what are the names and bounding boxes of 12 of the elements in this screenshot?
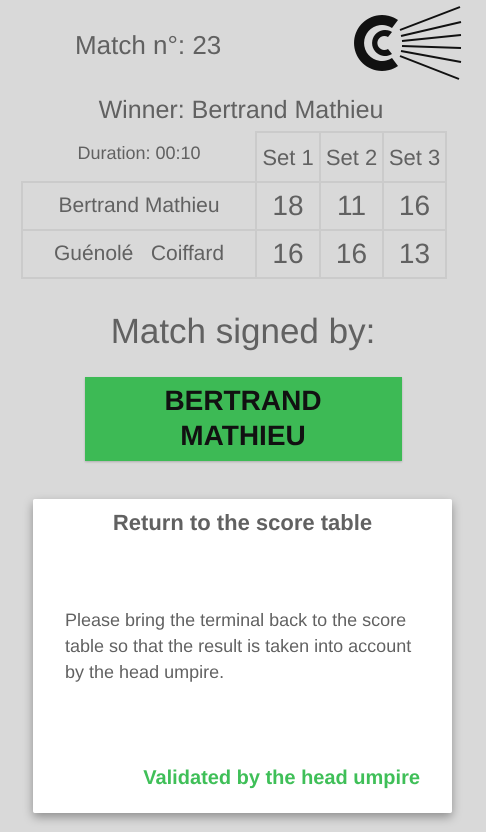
duration-text: Duration: 00:10 <box>76 142 202 164</box>
signer-button[interactable]: BERTRAND MATHIEU <box>84 376 402 460</box>
signed-by-label: Match signed by: <box>110 311 376 353</box>
dialog-title: Return to the score table <box>112 508 374 536</box>
player-name: Guénolé Coiffard <box>21 229 257 279</box>
player-name: Bertrand Mathieu <box>21 181 257 231</box>
set-header: Set 1 <box>255 131 321 183</box>
dialog-message: Please bring the terminal back to the score table so that the result is taken into account by the head umpire. <box>65 608 412 684</box>
winner-text: Winner: Bertrand Mathieu <box>98 95 384 126</box>
match-number: Match n°: 23 <box>75 29 222 62</box>
score-cell: 13 <box>382 229 447 279</box>
set-header: Set 3 <box>382 131 447 183</box>
